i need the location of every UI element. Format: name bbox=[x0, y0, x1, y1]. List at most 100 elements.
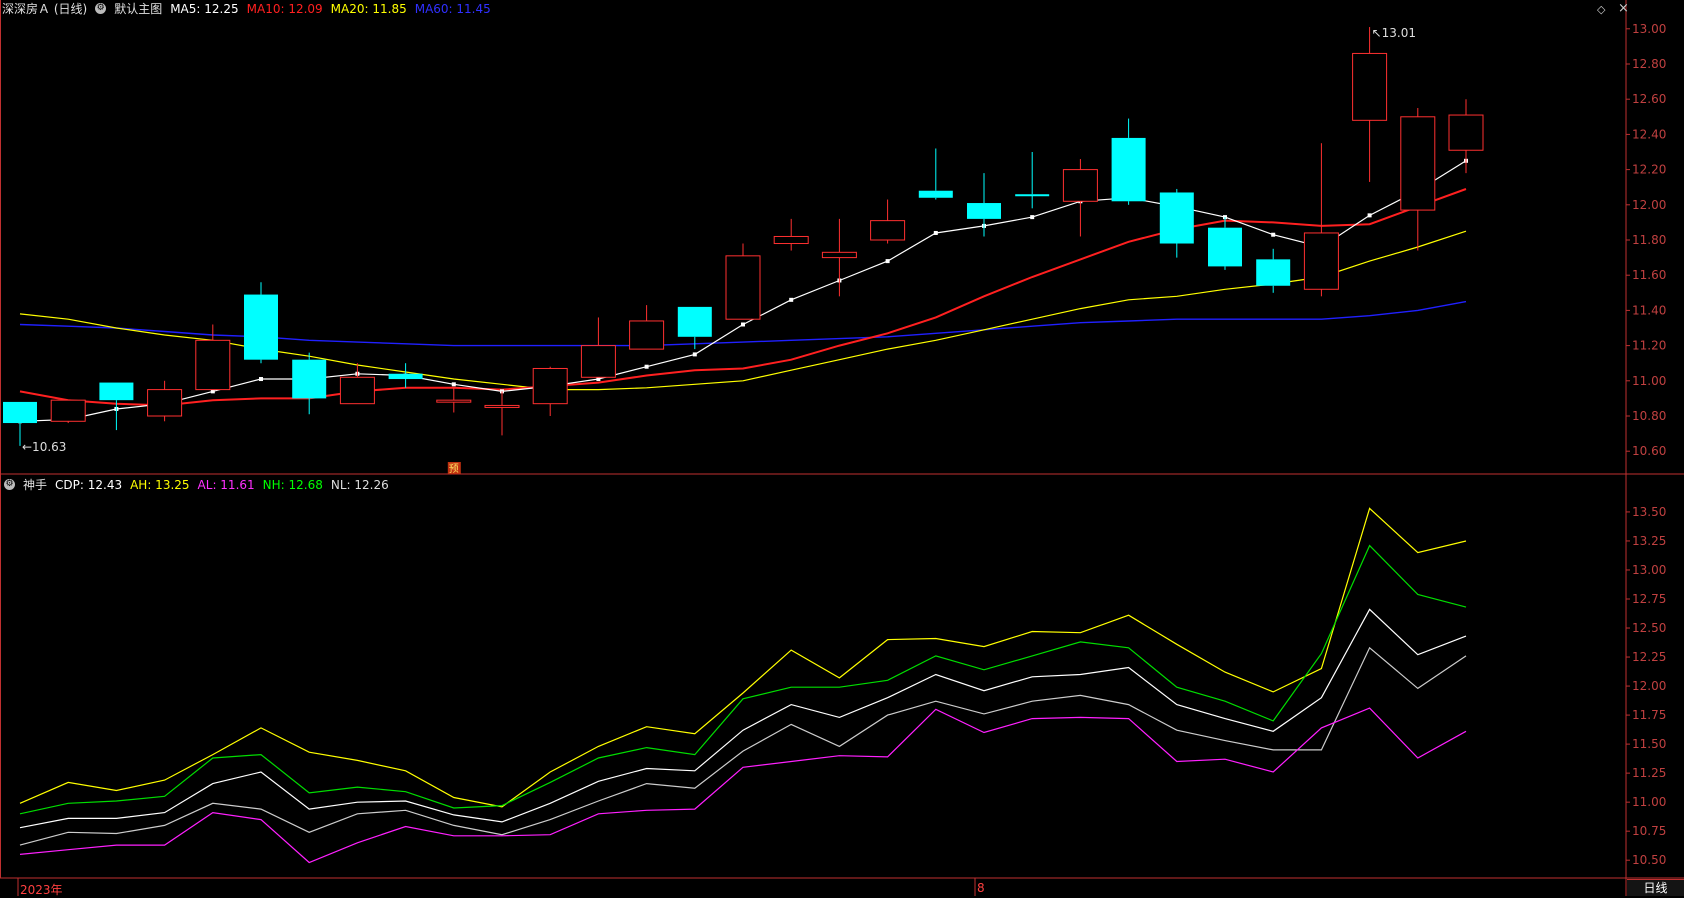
indicator-tick-label: 10.50 bbox=[1632, 853, 1666, 867]
indicator-tick-label: 12.25 bbox=[1632, 650, 1666, 664]
candle bbox=[532, 366, 568, 416]
indicator-name: 神手 bbox=[23, 478, 48, 492]
candle-body bbox=[1159, 192, 1194, 244]
indicator-tick-label: 12.00 bbox=[1632, 679, 1666, 693]
price-tick-label: 12.60 bbox=[1632, 92, 1666, 106]
price-tick-label: 12.80 bbox=[1632, 57, 1666, 71]
al-readout: AL: 11.61 bbox=[197, 477, 255, 492]
indicator-tick-label: 11.50 bbox=[1632, 737, 1666, 751]
candle-body bbox=[388, 373, 423, 380]
candle bbox=[1400, 108, 1436, 251]
year-label: 2023年 bbox=[20, 883, 63, 897]
ma5-point bbox=[741, 322, 745, 327]
indicator-header: ⚙ 神手 CDP: 12.43 AH: 13.25 AL: 11.61 NH: … bbox=[4, 476, 397, 493]
candle bbox=[147, 380, 183, 422]
candle-body bbox=[725, 255, 761, 320]
indicator-tick-label: 11.00 bbox=[1632, 795, 1666, 809]
ma60-readout: MA60: 11.45 bbox=[414, 1, 491, 16]
nh-readout: NH: 12.68 bbox=[262, 477, 323, 492]
price-tick-label: 11.60 bbox=[1632, 268, 1666, 282]
candle bbox=[1111, 118, 1146, 205]
candle bbox=[244, 282, 278, 364]
candle-body bbox=[1448, 114, 1484, 151]
main-chart-label[interactable]: 默认主图 bbox=[114, 0, 162, 17]
forecast-marker-label: 预 bbox=[449, 463, 459, 475]
indicator-tick-label: 11.75 bbox=[1632, 708, 1666, 722]
ma5-readout: MA5: 12.25 bbox=[170, 1, 239, 16]
candle-body bbox=[484, 404, 520, 408]
candle bbox=[918, 148, 953, 200]
candle bbox=[1303, 143, 1339, 297]
price-tick-label: 11.20 bbox=[1632, 339, 1666, 353]
candle bbox=[292, 352, 327, 415]
candle-body bbox=[50, 399, 86, 422]
period-button[interactable]: 日线 bbox=[1627, 879, 1684, 896]
candle-body bbox=[244, 294, 278, 360]
candle-body bbox=[821, 251, 857, 259]
price-tick-label: 12.20 bbox=[1632, 163, 1666, 177]
ah-line bbox=[19, 507, 1467, 808]
indicator-tick-label: 12.75 bbox=[1632, 592, 1666, 606]
candle bbox=[629, 305, 665, 350]
indicator-tick-label: 13.00 bbox=[1632, 563, 1666, 577]
candle-body bbox=[870, 220, 906, 241]
price-tick-label: 13.00 bbox=[1632, 22, 1666, 36]
stock-title: 深深房Ａ (日线) bbox=[2, 2, 88, 16]
close-icon[interactable]: × bbox=[1618, 1, 1629, 16]
nh-line bbox=[19, 544, 1467, 815]
candle bbox=[725, 243, 761, 320]
candle-body bbox=[292, 359, 327, 399]
nl-readout: NL: 12.26 bbox=[330, 477, 389, 492]
price-tick-label: 12.40 bbox=[1632, 127, 1666, 141]
indicator-tick-label: 10.75 bbox=[1632, 824, 1666, 838]
ma5-point bbox=[692, 352, 697, 357]
candle-body bbox=[1256, 259, 1291, 286]
candle bbox=[1208, 217, 1242, 270]
candle-body bbox=[195, 339, 231, 391]
ma5-point bbox=[1030, 215, 1035, 220]
stock-chart[interactable]: 10.60 10.80 11.00 11.20 11.40 11.60 11.80 12.00… bbox=[0, 0, 1684, 896]
ma5-point bbox=[885, 259, 890, 264]
ma5-point bbox=[259, 377, 263, 382]
candle bbox=[1015, 152, 1050, 209]
ma20-readout: MA20: 11.85 bbox=[330, 1, 407, 16]
candle-body bbox=[580, 345, 616, 378]
low-price-annotation: ←10.63 bbox=[22, 440, 66, 454]
candle-body bbox=[339, 376, 375, 405]
candle bbox=[1159, 188, 1194, 258]
ma5-point bbox=[451, 382, 456, 387]
price-tick-label: 11.00 bbox=[1632, 374, 1666, 388]
candle-body bbox=[1111, 137, 1146, 202]
ma5-point bbox=[644, 364, 649, 369]
candle bbox=[436, 387, 472, 413]
indicator-tick-label: 11.25 bbox=[1632, 766, 1666, 780]
candle-body bbox=[918, 190, 953, 198]
candle bbox=[580, 317, 616, 378]
candle-body bbox=[1015, 194, 1050, 197]
month-label: 8 bbox=[977, 881, 985, 895]
ma5-point bbox=[933, 230, 938, 235]
candle bbox=[484, 391, 520, 436]
candle-body bbox=[532, 367, 568, 405]
cdp-readout: CDP: 12.43 bbox=[55, 477, 123, 492]
candle bbox=[388, 363, 423, 388]
price-tick-label: 10.80 bbox=[1632, 409, 1666, 423]
candle-body bbox=[629, 320, 665, 350]
candle bbox=[967, 173, 1001, 237]
ma5-point bbox=[1271, 232, 1276, 237]
gear-icon[interactable]: ⚙ bbox=[95, 3, 107, 14]
candle-body bbox=[1062, 169, 1098, 202]
candle-body bbox=[147, 389, 183, 417]
candle bbox=[1256, 248, 1291, 293]
candle-body bbox=[677, 306, 712, 337]
candle-body bbox=[436, 399, 472, 403]
price-tick-label: 10.60 bbox=[1632, 444, 1666, 458]
ma5-point bbox=[1367, 213, 1372, 218]
price-tick-label: 11.80 bbox=[1632, 233, 1666, 247]
candle bbox=[99, 382, 134, 431]
price-tick-label: 11.40 bbox=[1632, 303, 1666, 317]
gear-icon[interactable]: ⚙ bbox=[4, 479, 15, 490]
ah-readout: AH: 13.25 bbox=[130, 477, 190, 492]
cdp-line bbox=[19, 608, 1467, 829]
diamond-icon[interactable]: ◇ bbox=[1597, 3, 1605, 16]
